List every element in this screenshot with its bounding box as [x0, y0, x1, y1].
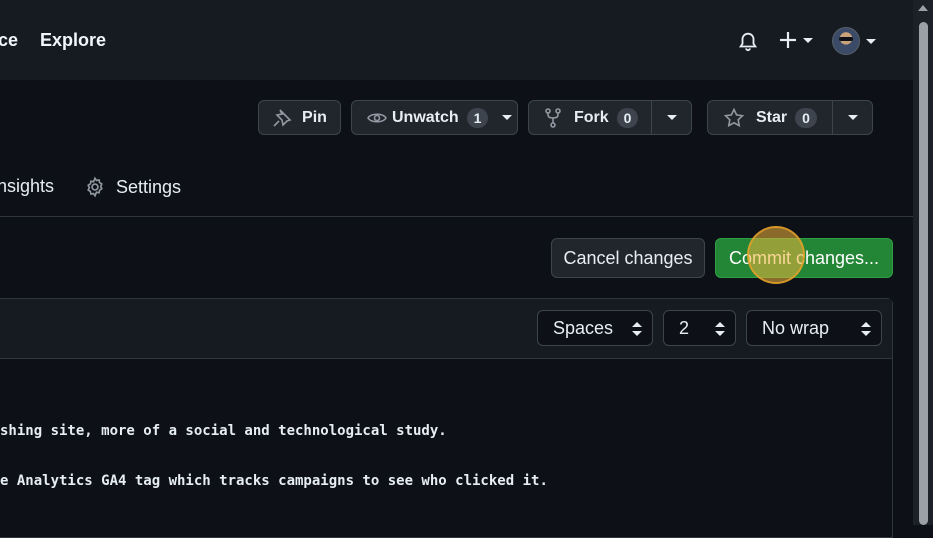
- code-editor: Spaces 2 No wrap shing site, more of a s…: [0, 298, 893, 538]
- chevron-down-icon: [803, 37, 813, 43]
- top-header: ce Explore: [0, 0, 913, 80]
- editor-toolbar: Spaces 2 No wrap: [0, 299, 892, 359]
- code-line[interactable]: e Analytics GA4 tag which tracks campaig…: [0, 473, 548, 489]
- wrap-mode-select[interactable]: No wrap: [746, 310, 882, 346]
- star-count-badge: 0: [795, 107, 817, 128]
- pin-icon: [273, 108, 292, 127]
- scroll-up-arrow-icon[interactable]: [918, 5, 928, 11]
- nav-link-marketplace[interactable]: ce: [0, 30, 18, 51]
- fork-dropdown-button[interactable]: [652, 101, 691, 134]
- avatar: [832, 27, 860, 55]
- pin-button[interactable]: Pin: [258, 100, 341, 135]
- star-icon: [724, 107, 744, 127]
- tab-settings-label: Settings: [116, 176, 182, 197]
- watch-count-badge: 1: [466, 107, 489, 128]
- wrap-mode-value: No wrap: [762, 317, 830, 338]
- star-dropdown-button[interactable]: [833, 101, 872, 134]
- indent-size-select[interactable]: 2: [663, 310, 736, 346]
- select-arrows-icon: [632, 322, 642, 336]
- divider: [0, 216, 913, 217]
- eye-icon: [367, 112, 387, 123]
- tab-insights[interactable]: nsights: [0, 176, 54, 197]
- chevron-down-icon: [666, 115, 677, 120]
- star-label: Star: [756, 108, 788, 126]
- tab-insights-label: nsights: [0, 176, 55, 196]
- tab-settings[interactable]: Settings: [84, 176, 181, 198]
- indent-size-value: 2: [679, 317, 690, 338]
- fork-count-badge: 0: [616, 107, 639, 128]
- chevron-down-icon: [866, 38, 876, 44]
- indent-mode-value: Spaces: [553, 317, 614, 338]
- plus-icon: [780, 32, 796, 48]
- commit-changes-label: Commit changes...: [728, 247, 880, 268]
- gear-icon: [87, 176, 103, 198]
- notifications-button[interactable]: [737, 30, 759, 52]
- cancel-changes-label: Cancel changes: [563, 247, 693, 268]
- code-line[interactable]: shing site, more of a social and technol…: [0, 423, 447, 439]
- fork-label: Fork: [574, 108, 609, 126]
- star-button-group: Star 0: [707, 100, 873, 135]
- fork-icon: [545, 107, 561, 128]
- star-button[interactable]: Star 0: [708, 101, 832, 134]
- user-menu-button[interactable]: [832, 27, 876, 55]
- commit-changes-button[interactable]: Commit changes...: [715, 238, 893, 278]
- bell-icon: [738, 32, 758, 52]
- select-arrows-icon: [861, 322, 871, 336]
- chevron-down-icon: [502, 115, 513, 120]
- scrollbar-thumb[interactable]: [919, 22, 928, 525]
- fork-button-group: Fork 0: [528, 100, 692, 135]
- unwatch-label: Unwatch: [392, 108, 459, 126]
- indent-mode-select[interactable]: Spaces: [537, 310, 653, 346]
- unwatch-button[interactable]: Unwatch 1: [351, 100, 518, 135]
- page-scrollbar[interactable]: [913, 0, 933, 525]
- pin-label: Pin: [302, 108, 327, 126]
- cancel-changes-button[interactable]: Cancel changes: [551, 238, 705, 278]
- create-new-button[interactable]: [779, 31, 813, 49]
- select-arrows-icon: [715, 322, 725, 336]
- nav-link-explore[interactable]: Explore: [40, 30, 106, 51]
- fork-button[interactable]: Fork 0: [529, 101, 651, 134]
- chevron-down-icon: [847, 115, 858, 120]
